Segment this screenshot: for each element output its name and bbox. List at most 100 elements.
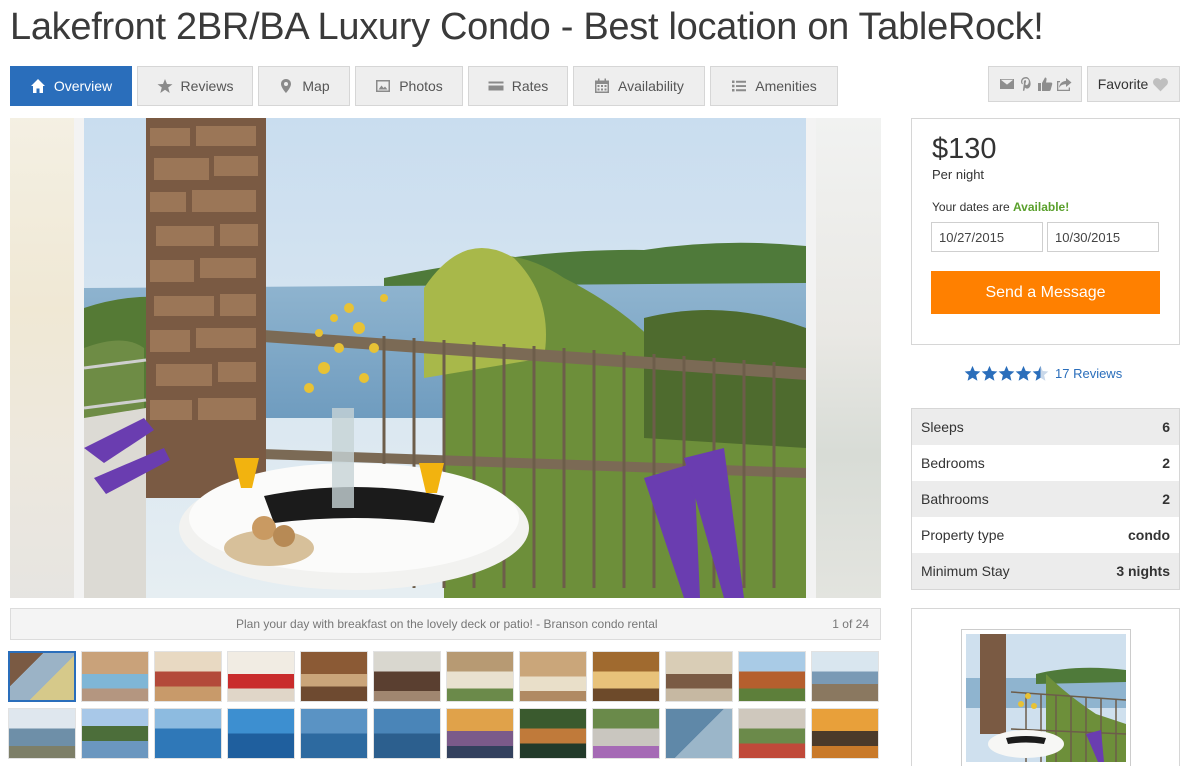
star-icon bbox=[157, 79, 173, 93]
tab-availability[interactable]: Availability bbox=[573, 66, 705, 106]
property-facts: Sleeps 6 Bedrooms 2 Bathrooms 2 Property ty… bbox=[911, 408, 1180, 590]
rates-icon bbox=[488, 81, 504, 91]
photo-gallery bbox=[10, 118, 881, 598]
tab-photos[interactable]: Photos bbox=[355, 66, 463, 106]
thumbnail[interactable] bbox=[81, 708, 149, 759]
availability-value: Available! bbox=[1012, 200, 1070, 214]
tab-bar: Overview Reviews Map Photos Rates Availa… bbox=[10, 66, 838, 106]
thumbnail-row bbox=[8, 651, 882, 702]
thumbnail[interactable] bbox=[8, 651, 76, 702]
mini-photo[interactable] bbox=[961, 629, 1131, 766]
photo-caption-bar: Plan your day with breakfast on the love… bbox=[10, 608, 881, 640]
photo-icon bbox=[376, 80, 391, 92]
send-message-button[interactable]: Send a Message bbox=[931, 271, 1160, 314]
thumbnail[interactable] bbox=[519, 651, 587, 702]
thumbnail[interactable] bbox=[446, 651, 514, 702]
thumbnail[interactable] bbox=[373, 708, 441, 759]
fact-row: Bedrooms 2 bbox=[912, 445, 1179, 481]
fact-label: Bathrooms bbox=[921, 491, 989, 507]
thumbnail[interactable] bbox=[300, 651, 368, 702]
share-button-group bbox=[988, 66, 1082, 102]
page-title: Lakefront 2BR/BA Luxury Condo - Best loc… bbox=[10, 6, 1044, 48]
booking-widget: $130 Per night Your dates are Available!… bbox=[911, 118, 1180, 345]
tab-label: Map bbox=[302, 78, 330, 94]
checkout-date-input[interactable] bbox=[1047, 222, 1159, 252]
tab-label: Amenities bbox=[755, 78, 817, 94]
deck-lake-thumbnail bbox=[966, 634, 1127, 762]
fact-value: 2 bbox=[1162, 491, 1170, 507]
availability-status: Your dates are Available! bbox=[932, 200, 1069, 214]
thumbnail[interactable] bbox=[81, 651, 149, 702]
photo-counter: 1 of 24 bbox=[832, 617, 869, 631]
reviews-link[interactable]: 17 Reviews bbox=[1055, 366, 1122, 381]
tab-reviews[interactable]: Reviews bbox=[137, 66, 253, 106]
tab-label: Rates bbox=[511, 78, 549, 94]
thumbnail[interactable] bbox=[8, 708, 76, 759]
nightly-price: $130 bbox=[932, 133, 997, 165]
tab-map[interactable]: Map bbox=[258, 66, 350, 106]
mini-photo-card bbox=[911, 608, 1180, 766]
rating-summary: 17 Reviews bbox=[964, 365, 1122, 382]
map-pin-icon bbox=[281, 79, 292, 93]
calendar-icon bbox=[595, 78, 610, 93]
fact-value: 6 bbox=[1162, 419, 1170, 435]
thumbnail[interactable] bbox=[811, 708, 879, 759]
heart-icon bbox=[1153, 77, 1169, 91]
thumbnail[interactable] bbox=[373, 651, 441, 702]
tab-label: Reviews bbox=[180, 78, 234, 94]
thumbnail[interactable] bbox=[154, 651, 222, 702]
tab-overview[interactable]: Overview bbox=[10, 66, 132, 106]
fact-row: Property type condo bbox=[912, 517, 1179, 553]
thumbnail[interactable] bbox=[738, 651, 806, 702]
fact-value: condo bbox=[1128, 527, 1170, 543]
previous-photo-peek[interactable] bbox=[10, 118, 74, 598]
thumbnail[interactable] bbox=[519, 708, 587, 759]
fact-row: Sleeps 6 bbox=[912, 409, 1179, 445]
tab-amenities[interactable]: Amenities bbox=[710, 66, 838, 106]
price-unit: Per night bbox=[932, 167, 985, 182]
thumbnail-strip bbox=[8, 651, 882, 765]
main-photo[interactable] bbox=[84, 118, 806, 598]
share-icon[interactable] bbox=[1056, 76, 1072, 92]
thumbnail[interactable] bbox=[227, 651, 295, 702]
home-icon bbox=[30, 79, 45, 93]
photo-caption: Plan your day with breakfast on the love… bbox=[236, 617, 658, 631]
star-icon bbox=[964, 365, 981, 381]
deck-lake-photo bbox=[84, 118, 806, 598]
availability-prefix: Your dates are bbox=[932, 200, 1013, 214]
favorite-button[interactable]: Favorite bbox=[1087, 66, 1180, 102]
fact-row: Minimum Stay 3 nights bbox=[912, 553, 1179, 589]
fact-label: Sleeps bbox=[921, 419, 964, 435]
thumbnail-row bbox=[8, 708, 882, 759]
fact-value: 2 bbox=[1162, 455, 1170, 471]
tab-label: Photos bbox=[399, 78, 443, 94]
fact-row: Bathrooms 2 bbox=[912, 481, 1179, 517]
thumbnail[interactable] bbox=[811, 651, 879, 702]
fact-label: Bedrooms bbox=[921, 455, 985, 471]
thumbnail[interactable] bbox=[665, 651, 733, 702]
next-photo-peek[interactable] bbox=[816, 118, 881, 598]
thumbnail[interactable] bbox=[300, 708, 368, 759]
list-icon bbox=[732, 80, 747, 92]
email-icon[interactable] bbox=[999, 76, 1015, 92]
thumbnail[interactable] bbox=[227, 708, 295, 759]
thumbnail[interactable] bbox=[154, 708, 222, 759]
pinterest-icon[interactable] bbox=[1018, 76, 1034, 92]
checkin-date-input[interactable] bbox=[931, 222, 1043, 252]
fact-value: 3 nights bbox=[1116, 563, 1170, 579]
tab-label: Availability bbox=[618, 78, 684, 94]
thumbnail[interactable] bbox=[738, 708, 806, 759]
thumbnail[interactable] bbox=[665, 708, 733, 759]
thumbnail[interactable] bbox=[592, 651, 660, 702]
thumbnail[interactable] bbox=[592, 708, 660, 759]
star-icon bbox=[981, 365, 998, 381]
fact-label: Property type bbox=[921, 527, 1005, 543]
thumbnail[interactable] bbox=[446, 708, 514, 759]
star-icon bbox=[998, 365, 1015, 381]
star-icon bbox=[1015, 365, 1032, 381]
half-star-icon bbox=[1032, 365, 1049, 381]
tab-rates[interactable]: Rates bbox=[468, 66, 568, 106]
star-rating bbox=[964, 365, 1049, 382]
thumbs-up-icon[interactable] bbox=[1037, 76, 1053, 92]
favorite-label: Favorite bbox=[1097, 76, 1149, 92]
